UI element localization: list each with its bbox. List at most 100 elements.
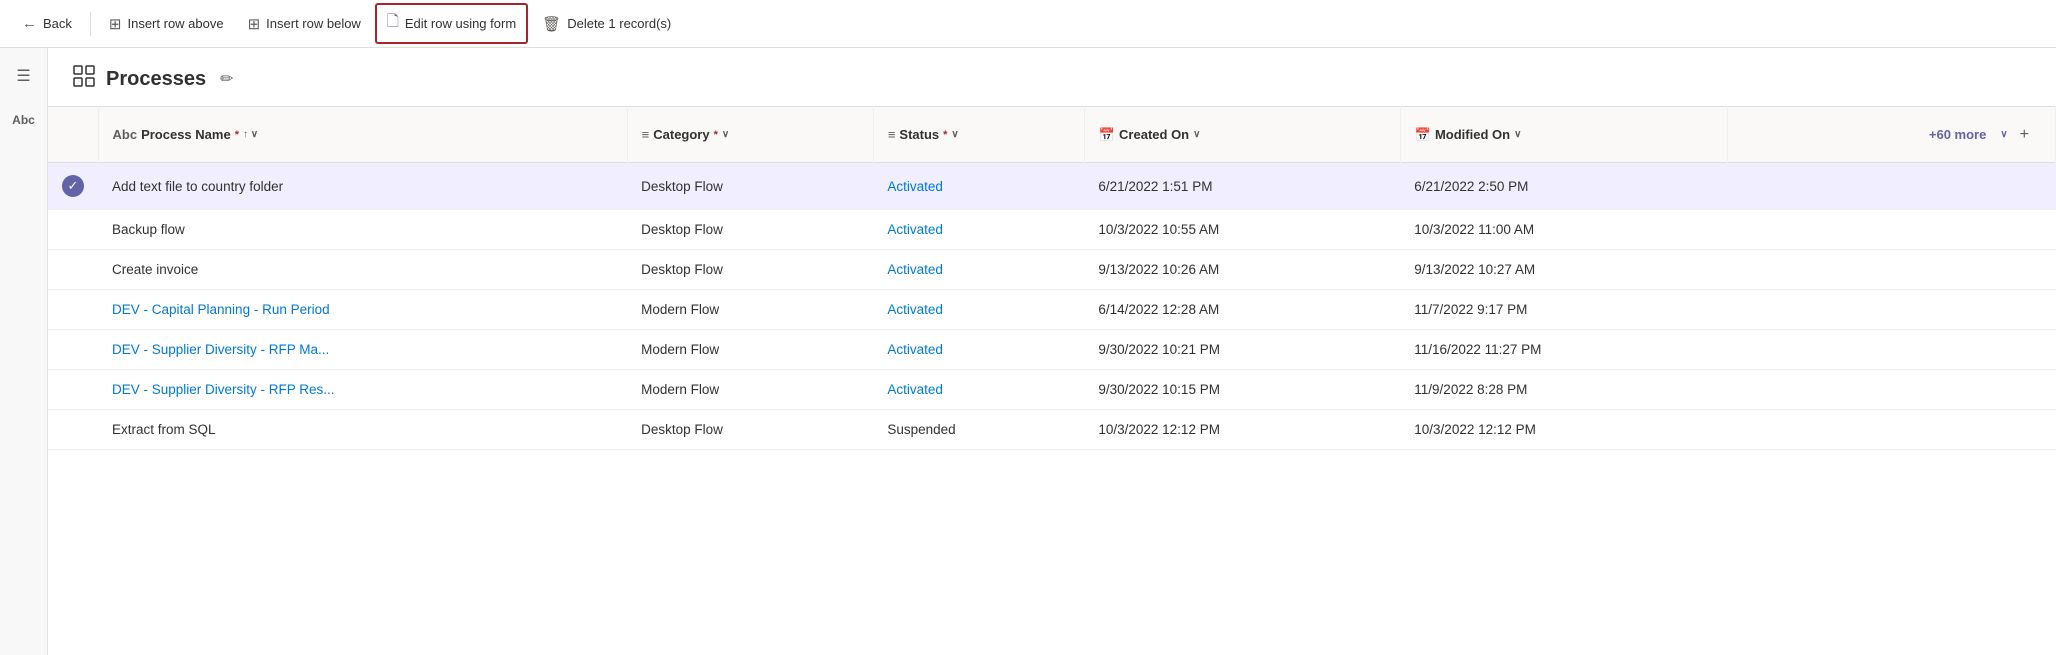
- sidebar-abc-icon[interactable]: Abc: [8, 104, 40, 136]
- cell-created-on: 9/30/2022 10:21 PM: [1084, 330, 1400, 370]
- col-header-category[interactable]: ≡ Category * ∨: [627, 107, 873, 163]
- cell-status: Activated: [873, 163, 1084, 210]
- insert-row-below-button[interactable]: ⊞ Insert row below: [238, 9, 371, 39]
- process-name-value[interactable]: DEV - Capital Planning - Run Period: [112, 302, 330, 317]
- table-row[interactable]: Create invoice Desktop Flow Activated 9/…: [48, 250, 2056, 290]
- select-all-header[interactable]: [48, 107, 98, 163]
- cell-modified-on: 10/3/2022 12:12 PM: [1400, 410, 1728, 450]
- row-checkbox[interactable]: [48, 290, 98, 330]
- status-value: Suspended: [887, 422, 955, 437]
- modified-on-value: 6/21/2022 2:50 PM: [1414, 179, 1528, 194]
- more-cols-button[interactable]: +60 more: [1915, 117, 2000, 152]
- process-name-value: Create invoice: [112, 262, 198, 277]
- edit-row-form-button[interactable]: 🗋 Edit row using form: [375, 3, 528, 44]
- sidebar-menu-icon[interactable]: ☰: [8, 60, 40, 92]
- col-header-process-name[interactable]: Abc Process Name * ↑ ∨: [98, 107, 627, 163]
- cell-extra: [1728, 250, 2056, 290]
- row-checkbox[interactable]: [48, 250, 98, 290]
- hamburger-icon: ☰: [16, 66, 30, 86]
- insert-row-above-button[interactable]: ⊞ Insert row above: [99, 9, 234, 39]
- modified-sort[interactable]: ∨: [1514, 129, 1521, 140]
- cell-created-on: 10/3/2022 10:55 AM: [1084, 210, 1400, 250]
- sidebar-left: ☰ Abc: [0, 48, 48, 655]
- data-table: Abc Process Name * ↑ ∨ ≡ Category * ∨: [48, 106, 2056, 450]
- back-button[interactable]: ← Back: [12, 9, 82, 38]
- cell-process-name: Add text file to country folder: [98, 163, 627, 210]
- delete-icon: 🗑: [542, 15, 561, 33]
- cell-modified-on: 9/13/2022 10:27 AM: [1400, 250, 1728, 290]
- status-sort[interactable]: ∨: [951, 129, 958, 140]
- status-value: Activated: [887, 382, 943, 397]
- table-row[interactable]: DEV - Capital Planning - Run Period Mode…: [48, 290, 2056, 330]
- col-header-status[interactable]: ≡ Status * ∨: [873, 107, 1084, 163]
- cell-extra: [1728, 330, 2056, 370]
- main-layout: ☰ Abc Processes ✏: [0, 48, 2056, 655]
- cell-process-name: Backup flow: [98, 210, 627, 250]
- page-header: Processes ✏: [48, 48, 2056, 106]
- cell-created-on: 9/30/2022 10:15 PM: [1084, 370, 1400, 410]
- cell-created-on: 10/3/2022 12:12 PM: [1084, 410, 1400, 450]
- category-sort[interactable]: ∨: [722, 129, 729, 140]
- created-on-value: 9/13/2022 10:26 AM: [1098, 262, 1219, 277]
- category-value: Modern Flow: [641, 382, 719, 397]
- created-on-value: 9/30/2022 10:15 PM: [1098, 382, 1220, 397]
- table-row[interactable]: DEV - Supplier Diversity - RFP Res... Mo…: [48, 370, 2056, 410]
- cell-status: Activated: [873, 250, 1084, 290]
- status-value: Activated: [887, 342, 943, 357]
- category-value: Desktop Flow: [641, 179, 723, 194]
- content-area: Processes ✏ Abc Process Name * ↑ ∨: [48, 48, 2056, 655]
- row-checkbox[interactable]: [48, 330, 98, 370]
- edit-title-icon[interactable]: ✏: [220, 69, 233, 89]
- table-row[interactable]: Extract from SQL Desktop Flow Suspended …: [48, 410, 2056, 450]
- modified-on-value: 10/3/2022 12:12 PM: [1414, 422, 1536, 437]
- col-process-name-label: Process Name: [141, 127, 231, 142]
- more-cols-header[interactable]: +60 more ∨ +: [1728, 107, 2056, 163]
- add-column-button[interactable]: +: [2008, 118, 2041, 152]
- table-row[interactable]: Backup flow Desktop Flow Activated 10/3/…: [48, 210, 2056, 250]
- col-status-label: Status: [899, 127, 939, 142]
- cell-extra: [1728, 410, 2056, 450]
- table-row[interactable]: ✓ Add text file to country folder Deskto…: [48, 163, 2056, 210]
- cell-extra: [1728, 163, 2056, 210]
- delete-records-button[interactable]: 🗑 Delete 1 record(s): [532, 9, 681, 39]
- table-row[interactable]: DEV - Supplier Diversity - RFP Ma... Mod…: [48, 330, 2056, 370]
- cell-process-name: Extract from SQL: [98, 410, 627, 450]
- required-star: *: [235, 129, 239, 141]
- cell-status: Activated: [873, 370, 1084, 410]
- status-col-icon: ≡: [888, 127, 896, 142]
- back-icon: ←: [22, 15, 37, 32]
- category-value: Desktop Flow: [641, 222, 723, 237]
- edit-form-icon: 🗋: [387, 11, 399, 36]
- cell-modified-on: 6/21/2022 2:50 PM: [1400, 163, 1728, 210]
- process-name-value[interactable]: DEV - Supplier Diversity - RFP Ma...: [112, 342, 329, 357]
- row-checkbox[interactable]: ✓: [48, 163, 98, 210]
- abc-label: Abc: [12, 113, 35, 127]
- row-checkbox[interactable]: [48, 410, 98, 450]
- cell-extra: [1728, 210, 2056, 250]
- created-sort[interactable]: ∨: [1193, 129, 1200, 140]
- status-required-star: *: [943, 129, 947, 141]
- process-name-value[interactable]: DEV - Supplier Diversity - RFP Res...: [112, 382, 335, 397]
- created-col-icon: 📅: [1099, 127, 1115, 143]
- row-checkbox[interactable]: [48, 210, 98, 250]
- col-header-modified-on[interactable]: 📅 Modified On ∨: [1400, 107, 1728, 163]
- process-name-sort[interactable]: ↑ ∨: [243, 129, 258, 140]
- col-header-created-on[interactable]: 📅 Created On ∨: [1084, 107, 1400, 163]
- cell-status: Activated: [873, 330, 1084, 370]
- status-value: Activated: [887, 262, 943, 277]
- row-checkbox[interactable]: [48, 370, 98, 410]
- cell-created-on: 6/14/2022 12:28 AM: [1084, 290, 1400, 330]
- cell-extra: [1728, 290, 2056, 330]
- col-created-on-label: Created On: [1119, 127, 1189, 142]
- table-header-row: Abc Process Name * ↑ ∨ ≡ Category * ∨: [48, 107, 2056, 163]
- delete-label: Delete 1 record(s): [567, 16, 671, 31]
- edit-row-form-label: Edit row using form: [405, 16, 516, 31]
- page-title: Processes: [106, 68, 206, 91]
- insert-row-above-label: Insert row above: [127, 16, 223, 31]
- created-on-value: 6/14/2022 12:28 AM: [1098, 302, 1219, 317]
- more-cols-chevron[interactable]: ∨: [2000, 129, 2007, 140]
- process-name-value: Backup flow: [112, 222, 185, 237]
- cell-extra: [1728, 370, 2056, 410]
- cell-category: Modern Flow: [627, 370, 873, 410]
- process-name-value: Add text file to country folder: [112, 179, 283, 194]
